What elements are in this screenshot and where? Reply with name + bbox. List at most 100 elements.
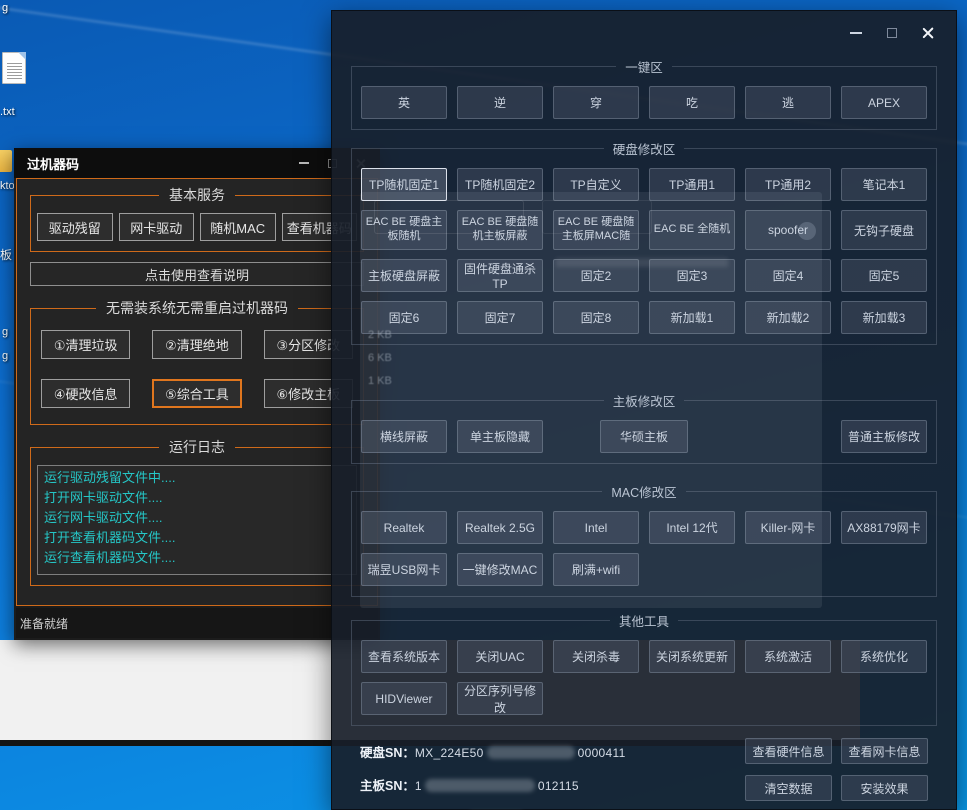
hdd-sn-value-suffix: 0000411 [578,746,626,760]
text-file-icon[interactable] [2,52,26,84]
hdd-button-19[interactable]: 固定7 [457,301,543,334]
hdd-button-9[interactable]: EAC BE 全随机 [649,210,735,250]
tool-button-2[interactable]: 关闭杀毒 [553,640,639,673]
log-line-3: 打开查看机器码文件.... [44,528,350,548]
mac-button-5[interactable]: AX88179网卡 [841,511,927,544]
motherboard-button-1[interactable]: 单主板隐藏 [457,420,543,453]
mobo-sn-value-suffix: 012115 [538,779,579,793]
basic-button-0[interactable]: 驱动残留 [37,213,113,241]
hdd-section-title: 硬盘修改区 [604,139,685,158]
minimize-button[interactable] [290,148,318,178]
mac-button-3[interactable]: Intel 12代 [649,511,735,544]
hdd-button-8[interactable]: EAC BE 硬盘随主板屏MAC随 [553,210,639,250]
hdd-button-4[interactable]: TP通用2 [745,168,831,201]
hdd-button-13[interactable]: 固件硬盘通杀TP [457,259,543,292]
motherboard-button-3[interactable]: 普通主板修改 [841,420,927,453]
info-action-button-3[interactable]: 安装效果 [841,775,928,801]
hdd-button-6[interactable]: EAC BE 硬盘主板随机 [361,210,447,250]
mac-button-4[interactable]: Killer-网卡 [745,511,831,544]
motherboard-button-0[interactable]: 横线屏蔽 [361,420,447,453]
tool-button-6[interactable]: HIDViewer [361,682,447,715]
maximize-button[interactable] [878,21,906,45]
machine-code-titlebar[interactable]: 过机器码 [14,148,380,178]
hdd-button-11[interactable]: 无钩子硬盘 [841,210,927,250]
hdd-button-18[interactable]: 固定6 [361,301,447,334]
minimize-button[interactable] [842,21,870,45]
tool-button-7[interactable]: 分区序列号修改 [457,682,543,715]
tool-button-0[interactable]: 查看系统版本 [361,640,447,673]
tool-button-4[interactable]: 系统激活 [745,640,831,673]
hdd-button-12[interactable]: 主板硬盘屏蔽 [361,259,447,292]
hdd-button-20[interactable]: 固定8 [553,301,639,334]
hdd-button-1[interactable]: TP随机固定2 [457,168,543,201]
machine-code-body: 基本服务 驱动残留网卡驱动随机MAC查看机器码 点击使用查看说明 无需装系统无需… [16,178,378,606]
hdd-button-16[interactable]: 固定4 [745,259,831,292]
close-icon [921,26,935,40]
minimize-icon [299,162,309,164]
folder-icon-fragment[interactable] [0,150,12,172]
hdd-button-14[interactable]: 固定2 [553,259,639,292]
motherboard-section-title: 主板修改区 [604,391,685,410]
hdd-button-5[interactable]: 笔记本1 [841,168,927,201]
hdd-button-3[interactable]: TP通用1 [649,168,735,201]
one-key-button-2[interactable]: 穿 [553,86,639,119]
one-key-button-1[interactable]: 逆 [457,86,543,119]
desktop-icon-label-fragment[interactable]: g [2,350,8,362]
one-key-button-3[interactable]: 吃 [649,86,735,119]
log-line-2: 运行网卡驱动文件.... [44,508,350,528]
info-action-button-0[interactable]: 查看硬件信息 [745,738,832,764]
info-action-button-1[interactable]: 查看网卡信息 [841,738,928,764]
numbered-tool-button-1[interactable]: ②清理绝地 [152,330,241,359]
info-action-button-2[interactable]: 清空数据 [745,775,832,801]
other-tools-section: 其他工具 查看系统版本关闭UAC关闭杀毒关闭系统更新系统激活系统优化HIDVie… [351,611,937,726]
one-key-button-4[interactable]: 逃 [745,86,831,119]
mobo-sn-row: 主板SN：1012115 [360,775,579,795]
hdd-button-7[interactable]: EAC BE 硬盘随机主板屏蔽 [457,210,543,250]
hdd-button-21[interactable]: 新加载1 [649,301,735,334]
machine-code-window: 过机器码 基本服务 驱动残留网卡驱动随机MAC查看机器码 点击使用查看说明 无需… [14,148,380,640]
hdd-button-15[interactable]: 固定3 [649,259,735,292]
info-action-buttons: 查看硬件信息查看网卡信息清空数据安装效果 [745,738,928,801]
tool-button-3[interactable]: 关闭系统更新 [649,640,735,673]
mac-section-title: MAC修改区 [602,482,685,501]
mac-button-2[interactable]: Intel [553,511,639,544]
basic-button-1[interactable]: 网卡驱动 [119,213,195,241]
one-key-button-5[interactable]: APEX [841,86,927,119]
mac-button-7[interactable]: 一键修改MAC [457,553,543,586]
desktop-icon-label-fragment[interactable]: kto [0,180,15,192]
machine-code-window-title: 过机器码 [14,154,79,173]
mac-button-6[interactable]: 瑞昱USB网卡 [361,553,447,586]
one-key-button-0[interactable]: 英 [361,86,447,119]
motherboard-button-2[interactable]: 华硕主板 [600,420,688,453]
motherboard-buttons: 横线屏蔽单主板隐藏 华硕主板 普通主板修改 [361,420,927,453]
mac-button-1[interactable]: Realtek 2.5G [457,511,543,544]
desktop-icon-label-fragment[interactable]: g [2,326,8,338]
hdd-button-2[interactable]: TP自定义 [553,168,639,201]
hdd-sn-row: 硬盘SN：MX_224E500000411 [360,742,626,762]
mac-button-0[interactable]: Realtek [361,511,447,544]
basic-button-2[interactable]: 随机MAC [200,213,276,241]
hdd-button-0[interactable]: TP随机固定1 [361,168,447,201]
one-key-buttons: 英逆穿吃逃 APEX [361,86,927,119]
numbered-tool-button-3[interactable]: ④硬改信息 [41,379,130,408]
numbered-tool-button-0[interactable]: ①清理垃圾 [41,330,130,359]
usage-guide-button[interactable]: 点击使用查看说明 [30,262,364,286]
hdd-button-22[interactable]: 新加载2 [745,301,831,334]
hdd-button-17[interactable]: 固定5 [841,259,927,292]
run-log-group: 运行日志 运行驱动残留文件中....打开网卡驱动文件....运行网卡驱动文件..… [30,437,364,586]
desktop-icon-label-fragment[interactable]: 板 [0,246,12,263]
text-file-label[interactable]: .txt [0,106,15,118]
close-button[interactable] [914,21,942,45]
tool-button-1[interactable]: 关闭UAC [457,640,543,673]
desktop-icon-label-fragment[interactable]: g [2,2,8,14]
tool-button-5[interactable]: 系统优化 [841,640,927,673]
desktop: g .txt kto 板 g g 过机器码 基本服务 驱动残留网卡驱动随机MAC… [0,0,967,810]
run-log-box[interactable]: 运行驱动残留文件中....打开网卡驱动文件....运行网卡驱动文件....打开查… [37,465,357,575]
numbered-tool-button-4[interactable]: ⑤综合工具 [152,379,241,408]
no-reinstall-buttons: ①清理垃圾②清理绝地③分区修改④硬改信息⑤综合工具⑥修改主板 [41,330,353,408]
modifier-titlebar[interactable] [332,11,956,55]
censored-smudge [425,779,535,792]
hdd-button-23[interactable]: 新加载3 [841,301,927,334]
hdd-button-10[interactable]: spoofer [745,210,831,250]
mac-button-8[interactable]: 刷满+wifi [553,553,639,586]
